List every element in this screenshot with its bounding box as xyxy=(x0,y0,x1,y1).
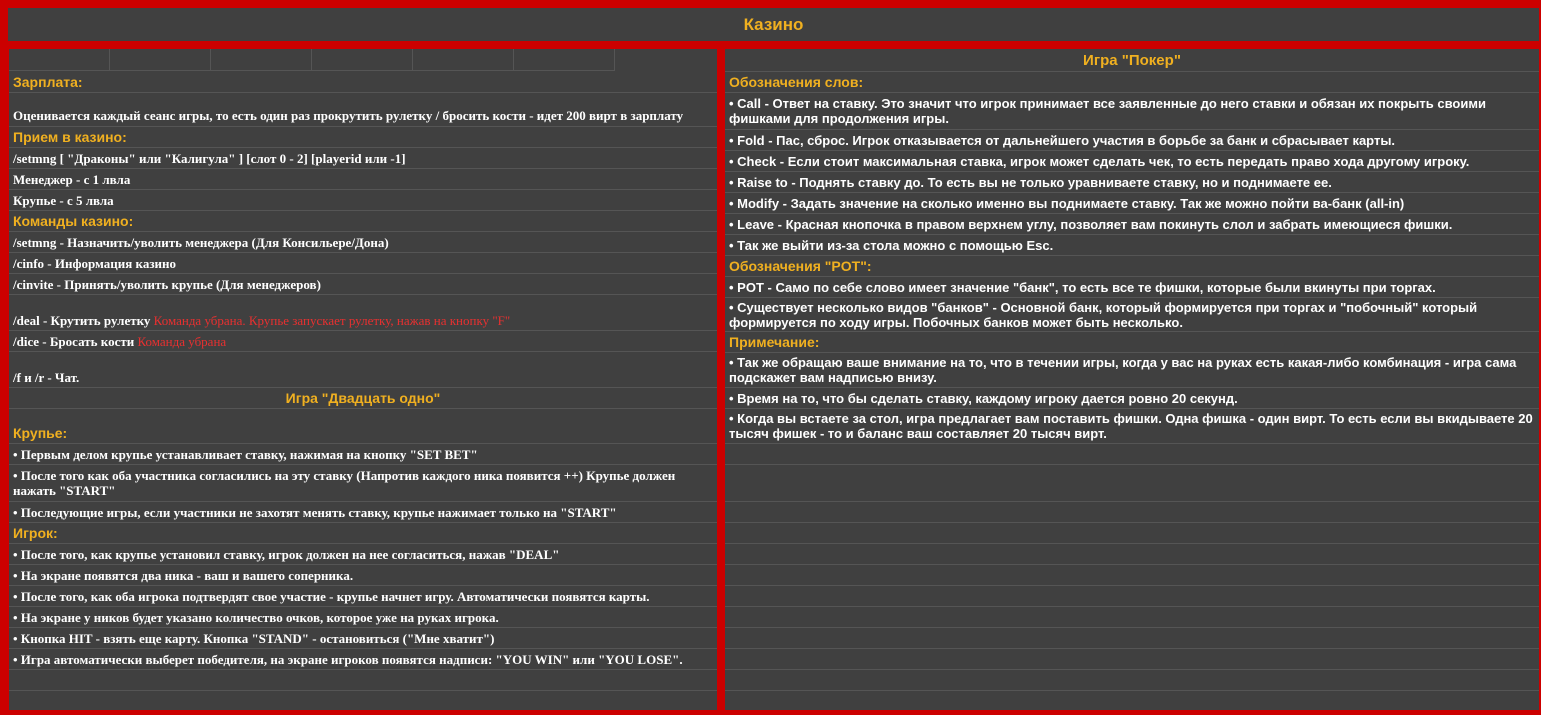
croupier-heading: Крупье: xyxy=(9,409,717,444)
player-rule-3: • После того, как оба игрока подтвердят … xyxy=(9,586,717,607)
word-esc: • Так же выйти из-за стола можно с помощ… xyxy=(725,235,1539,256)
word-leave: • Leave - Красная кнопочка в правом верх… xyxy=(725,214,1539,235)
manager-level: Менеджер - с 1 лвла xyxy=(9,169,717,190)
cmd-dice-text: /dice - Бросать кости xyxy=(13,334,135,349)
cmd-dice: /dice - Бросать кости Команда убрана xyxy=(9,331,717,352)
word-call: • Call - Ответ на ставку. Это значит что… xyxy=(725,93,1539,130)
words-heading: Обозначения слов: xyxy=(725,72,1539,93)
word-raise: • Raise to - Поднять ставку до. То есть … xyxy=(725,172,1539,193)
empty-row xyxy=(725,628,1539,649)
empty-row xyxy=(9,670,717,691)
croupier-level: Крупье - с 5 лвла xyxy=(9,190,717,211)
cmd-cinfo: /cinfo - Информация казино xyxy=(9,253,717,274)
empty-row xyxy=(725,649,1539,670)
croupier-rule-2: • После того как оба участника согласили… xyxy=(9,465,717,502)
word-modify: • Modify - Задать значение на сколько им… xyxy=(725,193,1539,214)
player-rule-6: • Игра автоматически выберет победителя,… xyxy=(9,649,717,670)
commands-heading: Команды казино: xyxy=(9,211,717,232)
empty-row xyxy=(725,502,1539,523)
player-heading: Игрок: xyxy=(9,523,717,544)
player-rule-2: • На экране появятся два ника - ваш и ва… xyxy=(9,565,717,586)
cmd-deal-note: Команда убрана. Крупье запускает рулетку… xyxy=(153,313,511,328)
header-cells xyxy=(9,49,717,72)
salary-heading: Зарплата: xyxy=(9,72,717,93)
blackjack-title: Игра "Двадцать одно" xyxy=(9,388,717,409)
cmd-chat: /f и /r - Чат. xyxy=(9,352,717,388)
empty-row xyxy=(725,544,1539,565)
empty-row xyxy=(725,607,1539,628)
empty-row xyxy=(725,444,1539,465)
empty-row xyxy=(725,523,1539,544)
pot-definition: • POT - Само по себе слово имеет значени… xyxy=(725,277,1539,298)
word-check: • Check - Если стоит максимальная ставка… xyxy=(725,151,1539,172)
cmd-dice-note: Команда убрана xyxy=(137,334,227,349)
empty-row xyxy=(725,670,1539,691)
cmd-cinvite: /cinvite - Принять/уволить крупье (Для м… xyxy=(9,274,717,295)
cmd-setmng: /setmng - Назначить/уволить менеджера (Д… xyxy=(9,232,717,253)
notes-heading: Примечание: xyxy=(725,332,1539,353)
salary-text: Оценивается каждый сеанс игры, то есть о… xyxy=(9,93,717,127)
empty-row xyxy=(9,691,717,710)
left-panel: Зарплата: Оценивается каждый сеанс игры,… xyxy=(9,49,717,710)
empty-row xyxy=(725,465,1539,502)
empty-row xyxy=(725,586,1539,607)
cmd-deal-text: /deal - Крутить рулетку xyxy=(13,313,151,328)
poker-title: Игра "Покер" xyxy=(725,49,1539,72)
player-rule-1: • После того, как крупье установил ставк… xyxy=(9,544,717,565)
croupier-rule-1: • Первым делом крупье устанавливает став… xyxy=(9,444,717,465)
note-chips: • Когда вы встаете за стол, игра предлаг… xyxy=(725,409,1539,444)
page-title: Казино xyxy=(8,8,1539,41)
right-panel: Игра "Покер" Обозначения слов: • Call - … xyxy=(725,49,1539,710)
pot-heading: Обозначения "POT": xyxy=(725,256,1539,277)
pot-types: • Существует несколько видов "банков" - … xyxy=(725,298,1539,332)
cmd-deal: /deal - Крутить рулетку Команда убрана. … xyxy=(9,295,717,331)
word-fold: • Fold - Пас, сброс. Игрок отказывается … xyxy=(725,130,1539,151)
empty-row xyxy=(725,565,1539,586)
croupier-rule-3: • Последующие игры, если участники не за… xyxy=(9,502,717,523)
setmng-command: /setmng [ "Драконы" или "Калигула" ] [сл… xyxy=(9,148,717,169)
player-rule-4: • На экране у ников будет указано количе… xyxy=(9,607,717,628)
note-time: • Время на то, что бы сделать ставку, ка… xyxy=(725,388,1539,409)
note-combination: • Так же обращаю ваше внимание на то, чт… xyxy=(725,353,1539,388)
hiring-heading: Прием в казино: xyxy=(9,127,717,148)
player-rule-5: • Кнопка HIT - взять еще карту. Кнопка "… xyxy=(9,628,717,649)
